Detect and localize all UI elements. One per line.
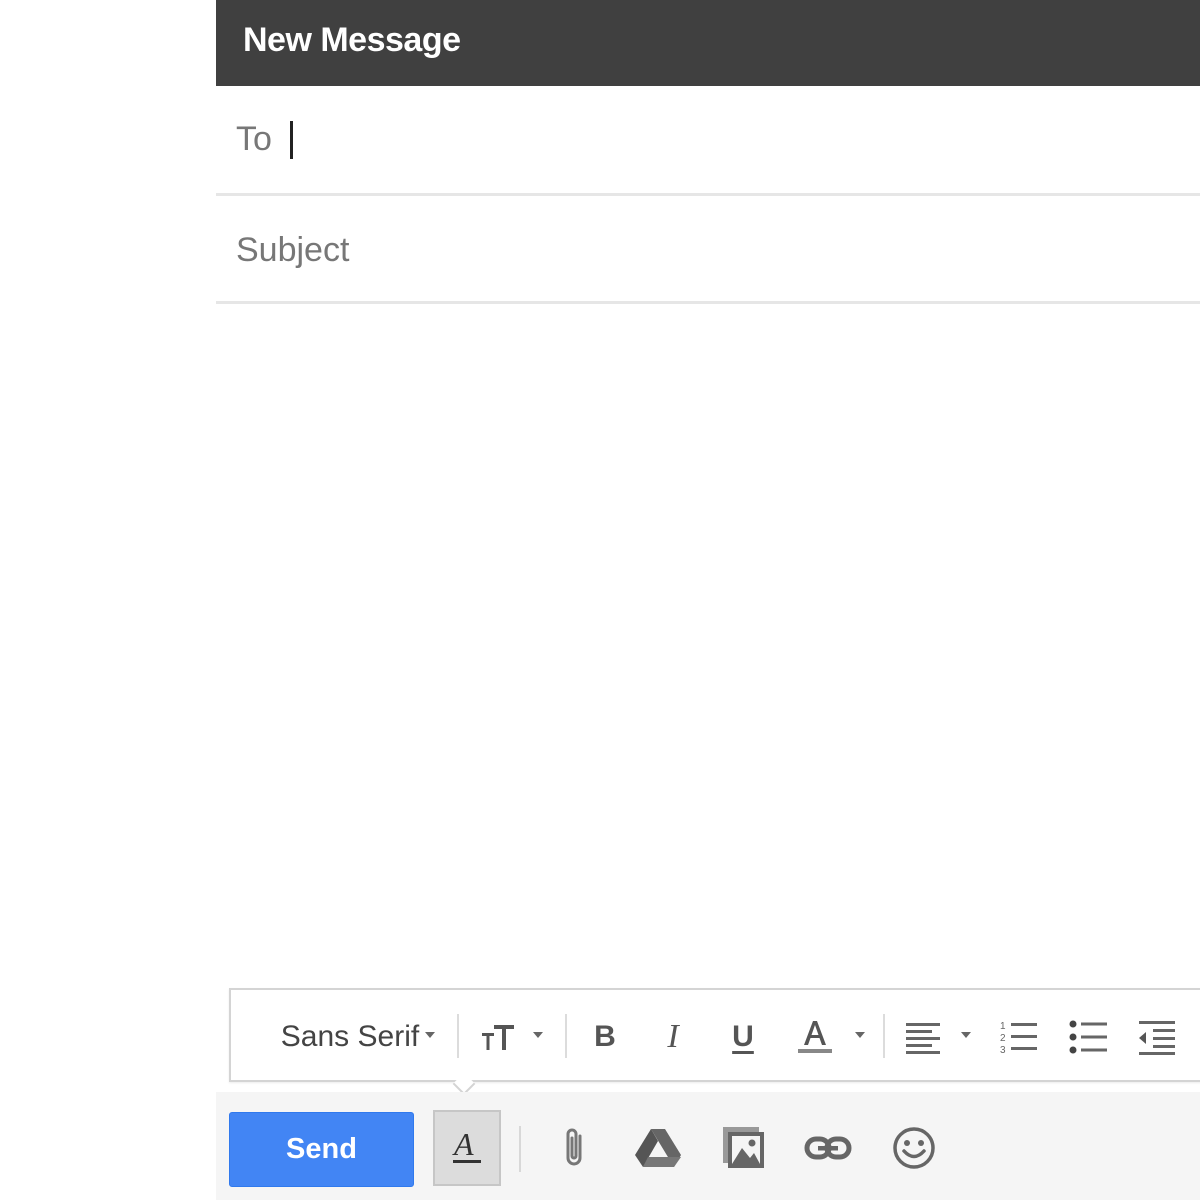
align-button[interactable] <box>901 990 945 1084</box>
formatting-options-button[interactable]: A <box>433 1110 501 1186</box>
drive-icon <box>635 1129 681 1167</box>
text-color-icon <box>798 1021 832 1053</box>
underline-button[interactable]: U <box>721 990 765 1084</box>
align-left-icon <box>906 1023 940 1054</box>
bottom-bar-separator <box>519 1126 521 1172</box>
attach-files-button[interactable] <box>548 1120 600 1176</box>
insert-from-drive-button[interactable] <box>632 1120 684 1176</box>
emoji-icon <box>893 1127 935 1169</box>
insert-emoji-button[interactable] <box>888 1120 940 1176</box>
bulleted-list-button[interactable] <box>1067 990 1111 1084</box>
underline-icon: U <box>732 1020 754 1053</box>
font-family-label: Sans Serif <box>280 1020 420 1053</box>
formatting-options-icon: A <box>452 1128 481 1163</box>
text-color-caret-icon <box>855 1032 865 1038</box>
font-family-select[interactable]: Sans Serif <box>255 990 445 1084</box>
font-size-caret-icon <box>533 1032 543 1038</box>
text-color-button[interactable] <box>793 990 837 1084</box>
insert-photo-button[interactable] <box>718 1120 770 1176</box>
bold-button[interactable]: B <box>583 990 627 1084</box>
compose-window: New Message To Sans Serif B I U <box>216 0 1200 1200</box>
font-size-icon <box>482 1025 514 1050</box>
font-family-caret-icon <box>425 1032 435 1038</box>
numbered-list-icon: 1 2 3 <box>1000 1021 1037 1056</box>
toolbar-separator <box>457 1014 459 1058</box>
bold-icon: B <box>594 1020 616 1053</box>
send-button[interactable]: Send <box>229 1112 414 1187</box>
italic-icon: I <box>667 1018 679 1055</box>
insert-link-button[interactable] <box>802 1120 854 1176</box>
insert-photo-icon <box>723 1127 764 1168</box>
toolbar-separator <box>565 1014 567 1058</box>
subject-field-row[interactable] <box>216 196 1200 304</box>
compose-title: New Message <box>243 21 461 59</box>
numbered-list-button[interactable]: 1 2 3 <box>997 990 1041 1084</box>
formatting-toolbar: Sans Serif B I U 1 2 3 <box>229 988 1200 1096</box>
toolbar-separator <box>883 1014 885 1058</box>
subject-input[interactable] <box>236 220 1176 280</box>
to-field-row[interactable]: To <box>216 88 1200 196</box>
align-caret-icon <box>961 1032 971 1038</box>
compose-bottom-bar: Send A <box>216 1092 1200 1200</box>
indent-less-button[interactable] <box>1135 990 1179 1084</box>
compose-title-bar[interactable]: New Message <box>216 0 1200 86</box>
svg-text:2: 2 <box>1000 1033 1006 1044</box>
bulleted-list-icon <box>1069 1020 1107 1054</box>
message-body[interactable] <box>216 308 1200 978</box>
svg-text:3: 3 <box>1000 1045 1006 1056</box>
to-label: To <box>236 120 272 158</box>
link-icon <box>804 1136 852 1160</box>
font-size-button[interactable] <box>479 990 521 1084</box>
italic-button[interactable]: I <box>651 990 695 1084</box>
svg-text:1: 1 <box>1000 1021 1006 1032</box>
indent-less-icon <box>1139 1021 1175 1055</box>
attach-icon <box>566 1128 582 1166</box>
to-input[interactable] <box>294 108 1174 168</box>
text-cursor <box>290 121 293 159</box>
svg-text:A: A <box>452 1128 474 1162</box>
